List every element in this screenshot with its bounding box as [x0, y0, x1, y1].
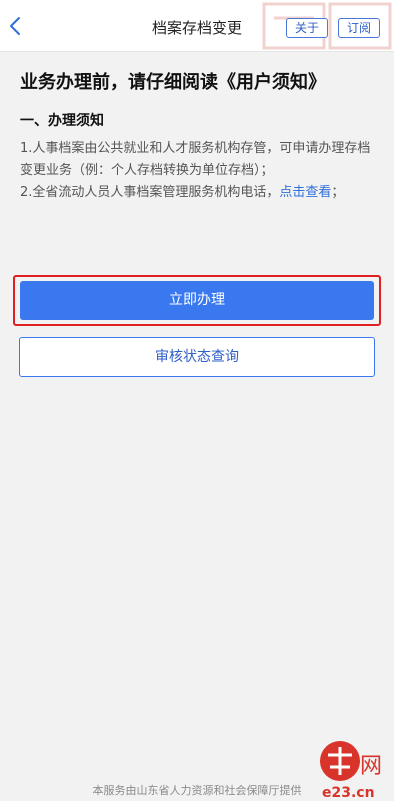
notice-item-1: 1.人事档案由公共就业和人才服务机构存管，可申请办理存档变更业务（例：个人存档转… [20, 141, 371, 178]
notice-heading: 业务办理前，请仔细阅读《用户须知》 [20, 72, 326, 93]
site-logo-icon: 网 e23.cn [320, 741, 382, 801]
nav-bar: 档案存档变更 关于 订阅 [0, 0, 394, 52]
section-title: 一、办理须知 [20, 113, 104, 129]
apply-now-button[interactable]: 立即办理 [20, 281, 374, 320]
notice-item-2-end: ； [331, 185, 345, 200]
subscribe-button[interactable]: 订阅 [338, 18, 380, 38]
back-arrow-icon[interactable] [4, 14, 28, 38]
watermark-site: e23.cn [322, 785, 375, 801]
watermark-glyph: 网 [360, 754, 382, 779]
notice-item-2: 2.全省流动人员人事档案管理服务机构电话，点击查看； [20, 182, 378, 204]
notice-text: 1.人事档案由公共就业和人才服务机构存管，可申请办理存档变更业务（例：个人存档转… [20, 138, 378, 204]
notice-item-2-text: 2.全省流动人员人事档案管理服务机构电话， [20, 185, 280, 200]
apply-highlight-box: 立即办理 [13, 275, 381, 326]
page-title: 档案存档变更 [151, 19, 242, 37]
view-phone-link[interactable]: 点击查看 [279, 185, 331, 200]
review-status-button[interactable]: 审核状态查询 [19, 337, 375, 377]
about-button[interactable]: 关于 [286, 18, 328, 38]
